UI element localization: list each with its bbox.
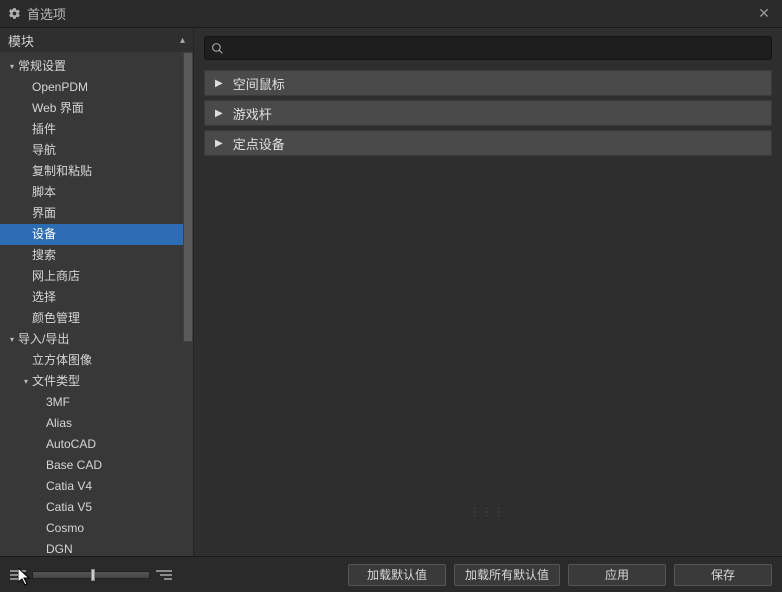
load-defaults-button[interactable]: 加载默认值 xyxy=(348,564,446,586)
tree-item[interactable]: 搜索 xyxy=(0,245,193,266)
twisty-icon: ▾ xyxy=(22,371,30,392)
section-label: 空间鼠标 xyxy=(233,74,285,93)
tree-item[interactable]: 网上商店 xyxy=(0,266,193,287)
save-button[interactable]: 保存 xyxy=(674,564,772,586)
tree-item-label: 复制和粘贴 xyxy=(32,161,92,182)
tree-item[interactable]: 设备 xyxy=(0,224,193,245)
tree-item[interactable]: DGN xyxy=(0,539,193,556)
search-bar[interactable] xyxy=(204,36,772,60)
tree-item-label: 立方体图像 xyxy=(32,350,92,371)
tree-item[interactable]: OpenPDM xyxy=(0,77,193,98)
twisty-icon: ▾ xyxy=(8,329,16,350)
sidebar: 模块 ▴ ▾常规设置OpenPDMWeb 界面插件导航复制和粘贴脚本界面设备搜索… xyxy=(0,28,194,556)
tree-item-label: DGN xyxy=(46,539,73,556)
tree-item[interactable]: 界面 xyxy=(0,203,193,224)
tree-item-label: Cosmo xyxy=(46,518,84,539)
section-header[interactable]: ▶ 定点设备 xyxy=(204,130,772,156)
tree-item-label: 脚本 xyxy=(32,182,56,203)
twisty-icon: ▾ xyxy=(8,56,16,77)
tree-item-label: 选择 xyxy=(32,287,56,308)
section-header[interactable]: ▶ 空间鼠标 xyxy=(204,70,772,96)
tree-item-label: OpenPDM xyxy=(32,77,88,98)
window-title: 首选项 xyxy=(27,4,754,23)
tree-item-label: 插件 xyxy=(32,119,56,140)
tree-item[interactable]: 脚本 xyxy=(0,182,193,203)
tree-item-label: Catia V4 xyxy=(46,476,92,497)
tree-item-label: 设备 xyxy=(32,224,56,245)
tree: ▾常规设置OpenPDMWeb 界面插件导航复制和粘贴脚本界面设备搜索网上商店选… xyxy=(0,52,193,556)
tree-item[interactable]: Base CAD xyxy=(0,455,193,476)
tree-item[interactable]: 选择 xyxy=(0,287,193,308)
tree-item-label: Base CAD xyxy=(46,455,102,476)
titlebar: 首选项 ✕ xyxy=(0,0,782,28)
tree-item-label: 搜索 xyxy=(32,245,56,266)
slider-thumb[interactable] xyxy=(91,569,95,581)
tree-item[interactable]: Cosmo xyxy=(0,518,193,539)
tree-item-label: Catia V5 xyxy=(46,497,92,518)
tree-item-label: 网上商店 xyxy=(32,266,80,287)
section-label: 游戏杆 xyxy=(233,104,272,123)
tree-item-label: Alias xyxy=(46,413,72,434)
tree-item[interactable]: 复制和粘贴 xyxy=(0,161,193,182)
tree-item[interactable]: ▾导入/导出 xyxy=(0,329,193,350)
tree-item[interactable]: 3MF xyxy=(0,392,193,413)
tree-item-label: Web 界面 xyxy=(32,98,84,119)
gear-icon xyxy=(8,7,21,20)
chevron-up-icon: ▴ xyxy=(180,35,185,46)
tree-item[interactable]: Web 界面 xyxy=(0,98,193,119)
tree-item[interactable]: 立方体图像 xyxy=(0,350,193,371)
footer: 加载默认值 加载所有默认值 应用 保存 xyxy=(0,556,782,592)
resize-grip-icon: ⋮⋮⋮ xyxy=(470,507,506,518)
sidebar-header[interactable]: 模块 ▴ xyxy=(0,28,193,52)
tree-item[interactable]: Catia V4 xyxy=(0,476,193,497)
close-icon[interactable]: ✕ xyxy=(754,5,774,22)
section-header[interactable]: ▶ 游戏杆 xyxy=(204,100,772,126)
tree-item-label: 常规设置 xyxy=(18,56,66,77)
menu-left-icon[interactable] xyxy=(10,569,26,581)
tree-item[interactable]: Catia V5 xyxy=(0,497,193,518)
load-all-defaults-button[interactable]: 加载所有默认值 xyxy=(454,564,560,586)
tree-item-label: 3MF xyxy=(46,392,70,413)
tree-item-label: 文件类型 xyxy=(32,371,80,392)
menu-right-icon[interactable] xyxy=(156,569,172,581)
tree-item-label: 颜色管理 xyxy=(32,308,80,329)
zoom-slider[interactable] xyxy=(32,571,150,579)
search-icon xyxy=(211,42,224,55)
tree-item[interactable]: ▾常规设置 xyxy=(0,56,193,77)
tree-item-label: 导航 xyxy=(32,140,56,161)
chevron-right-icon: ▶ xyxy=(215,138,223,149)
chevron-right-icon: ▶ xyxy=(215,78,223,89)
tree-item-label: 界面 xyxy=(32,203,56,224)
tree-item-label: 导入/导出 xyxy=(18,329,69,350)
tree-item[interactable]: 插件 xyxy=(0,119,193,140)
tree-item[interactable]: Alias xyxy=(0,413,193,434)
tree-item[interactable]: 导航 xyxy=(0,140,193,161)
content-area: ▶ 空间鼠标 ▶ 游戏杆 ▶ 定点设备 ⋮⋮⋮ xyxy=(194,28,782,556)
apply-button[interactable]: 应用 xyxy=(568,564,666,586)
tree-item[interactable]: AutoCAD xyxy=(0,434,193,455)
tree-item-label: AutoCAD xyxy=(46,434,96,455)
tree-item[interactable]: 颜色管理 xyxy=(0,308,193,329)
sidebar-header-label: 模块 xyxy=(8,31,34,50)
search-input[interactable] xyxy=(228,41,765,55)
section-label: 定点设备 xyxy=(233,134,285,153)
chevron-right-icon: ▶ xyxy=(215,108,223,119)
tree-item[interactable]: ▾文件类型 xyxy=(0,371,193,392)
sidebar-scrollbar[interactable] xyxy=(183,52,193,342)
